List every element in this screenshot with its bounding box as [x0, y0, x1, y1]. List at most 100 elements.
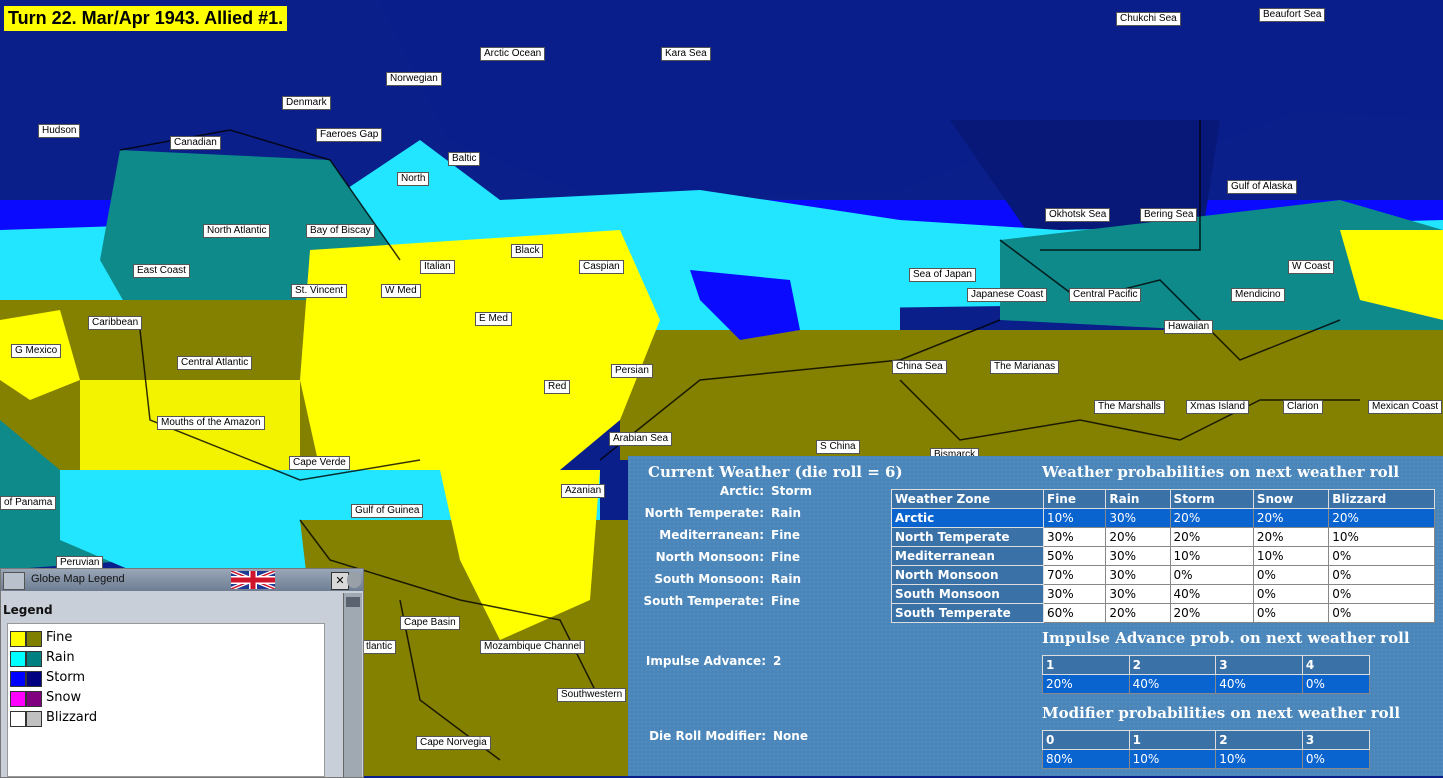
table-row[interactable]: 80% 10% 10% 0% [1042, 749, 1371, 769]
drag-grip-icon[interactable] [3, 572, 25, 590]
label-st-vincent[interactable]: St. Vincent [291, 284, 348, 298]
table-row[interactable]: Arctic 10% 30% 20% 20% 20% [891, 508, 1435, 528]
legend-titlebar[interactable]: Globe Map Legend ✕ [1, 569, 363, 591]
legend-item-rain: Rain [8, 648, 308, 668]
label-persian[interactable]: Persian [611, 364, 653, 378]
label-mouths-of-the-amazon[interactable]: Mouths of the Amazon [157, 416, 265, 430]
label-w-coast[interactable]: W Coast [1288, 260, 1335, 274]
probability-cell: 70% [1042, 565, 1107, 585]
impulse-advance-table: 1 2 3 4 20% 40% 40% 0% [1042, 655, 1371, 694]
label-okhotsk-sea[interactable]: Okhotsk Sea [1045, 208, 1111, 222]
column-header: 2 [1215, 730, 1303, 750]
label-arabian-sea[interactable]: Arabian Sea [609, 432, 673, 446]
rain-dark-swatch [26, 651, 42, 667]
label-norwegian[interactable]: Norwegian [386, 72, 442, 86]
collapse-icon[interactable] [347, 572, 361, 588]
label-gulf-of-guinea[interactable]: Gulf of Guinea [351, 504, 424, 518]
label-north-sea[interactable]: North [397, 172, 430, 186]
label-central-atlantic[interactable]: Central Atlantic [177, 356, 253, 370]
label-s-china[interactable]: S China [816, 440, 860, 454]
label-mexican-coast[interactable]: Mexican Coast [1368, 400, 1443, 414]
zone-cell: Arctic [891, 508, 1044, 528]
label-g-mexico[interactable]: G Mexico [11, 344, 62, 358]
legend-item-label: Snow [46, 690, 82, 705]
label-gulf-of-alaska[interactable]: Gulf of Alaska [1227, 180, 1297, 194]
label-arctic-ocean[interactable]: Arctic Ocean [480, 47, 546, 61]
legend-item-label: Storm [46, 670, 86, 685]
snow-dark-swatch [26, 691, 42, 707]
probability-cell: 0% [1328, 584, 1435, 604]
zone-name: Arctic: [719, 484, 764, 498]
probability-cell: 0% [1252, 565, 1330, 585]
column-header: Weather Zone [891, 489, 1044, 509]
legend-scrollbar[interactable] [343, 593, 362, 777]
probability-cell: 0% [1169, 565, 1254, 585]
probability-cell: 30% [1042, 584, 1107, 604]
legend-window[interactable]: Globe Map Legend ✕ Legend Fine Rain Stor… [0, 568, 364, 778]
blizzard-light-swatch [10, 711, 26, 727]
storm-dark-swatch [26, 671, 42, 687]
impulse-advance-value: 2 [773, 654, 782, 668]
table-row[interactable]: South Temperate 60% 20% 20% 0% 0% [891, 603, 1435, 623]
label-the-marshalls[interactable]: The Marshalls [1094, 400, 1165, 414]
label-central-pacific[interactable]: Central Pacific [1069, 288, 1142, 302]
column-header: Fine [1042, 489, 1107, 509]
table-header-row: 1 2 3 4 [1042, 655, 1371, 675]
table-row[interactable]: South Monsoon 30% 30% 40% 0% 0% [891, 584, 1435, 604]
label-denmark[interactable]: Denmark [282, 96, 331, 110]
label-mendicino[interactable]: Mendicino [1231, 288, 1285, 302]
label-faeroes-gap[interactable]: Faeroes Gap [316, 128, 383, 142]
probability-cell: 20% [1252, 508, 1330, 528]
label-the-marianas[interactable]: The Marianas [990, 360, 1060, 374]
zone-name: South Monsoon: [654, 572, 764, 586]
label-beaufort-sea[interactable]: Beaufort Sea [1259, 8, 1326, 22]
label-kara-sea[interactable]: Kara Sea [661, 47, 711, 61]
column-header: 3 [1301, 730, 1371, 750]
label-bay-of-biscay[interactable]: Bay of Biscay [306, 224, 375, 238]
probability-cell: 0% [1301, 674, 1371, 694]
label-e-med[interactable]: E Med [475, 312, 512, 326]
label-cape-basin[interactable]: Cape Basin [400, 616, 460, 630]
label-southwestern[interactable]: Southwestern [557, 688, 627, 702]
scrollbar-thumb[interactable] [346, 597, 360, 607]
probability-cell: 10% [1042, 508, 1107, 528]
label-china-sea[interactable]: China Sea [892, 360, 947, 374]
table-row[interactable]: 20% 40% 40% 0% [1042, 674, 1371, 694]
probability-cell: 30% [1042, 527, 1107, 547]
label-azanian[interactable]: Azanian [561, 484, 606, 498]
label-clarion[interactable]: Clarion [1283, 400, 1323, 414]
table-header-row: Weather Zone Fine Rain Storm Snow Blizza… [891, 489, 1435, 509]
legend-item-blizzard: Blizzard [8, 708, 308, 728]
label-xmas-island[interactable]: Xmas Island [1186, 400, 1250, 414]
label-baltic[interactable]: Baltic [448, 152, 481, 166]
legend-window-title: Globe Map Legend [31, 573, 125, 585]
label-east-coast[interactable]: East Coast [133, 264, 190, 278]
label-canadian[interactable]: Canadian [170, 136, 221, 150]
label-caribbean[interactable]: Caribbean [88, 316, 143, 330]
label-hawaiian[interactable]: Hawaiian [1164, 320, 1214, 334]
table-row[interactable]: North Temperate 30% 20% 20% 20% 10% [891, 527, 1435, 547]
label-north-atlantic[interactable]: North Atlantic [203, 224, 271, 238]
die-roll-modifier-value: None [773, 729, 808, 743]
label-hudson[interactable]: Hudson [38, 124, 81, 138]
blizzard-dark-swatch [26, 711, 42, 727]
label-south-atlantic[interactable]: tlantic [362, 640, 397, 654]
label-cape-verde[interactable]: Cape Verde [289, 456, 350, 470]
label-japanese-coast[interactable]: Japanese Coast [967, 288, 1048, 302]
label-w-med[interactable]: W Med [381, 284, 421, 298]
table-row[interactable]: Mediterranean 50% 30% 10% 10% 0% [891, 546, 1435, 566]
label-caspian[interactable]: Caspian [579, 260, 624, 274]
table-row[interactable]: North Monsoon 70% 30% 0% 0% 0% [891, 565, 1435, 585]
label-bering-sea[interactable]: Bering Sea [1140, 208, 1198, 222]
label-sea-of-japan[interactable]: Sea of Japan [909, 268, 976, 282]
zone-cell: South Monsoon [891, 584, 1044, 604]
label-mozambique-channel[interactable]: Mozambique Channel [480, 640, 586, 654]
current-weather-title: Current Weather (die roll = 6) [648, 463, 903, 481]
label-cape-norvegia[interactable]: Cape Norvegia [416, 736, 491, 750]
label-chukchi-sea[interactable]: Chukchi Sea [1116, 12, 1181, 26]
label-gulf-of-panama[interactable]: of Panama [0, 496, 57, 510]
label-red-sea[interactable]: Red [544, 380, 571, 394]
fine-light-swatch [10, 631, 26, 647]
label-italian[interactable]: Italian [420, 260, 455, 274]
label-black-sea[interactable]: Black [511, 244, 544, 258]
